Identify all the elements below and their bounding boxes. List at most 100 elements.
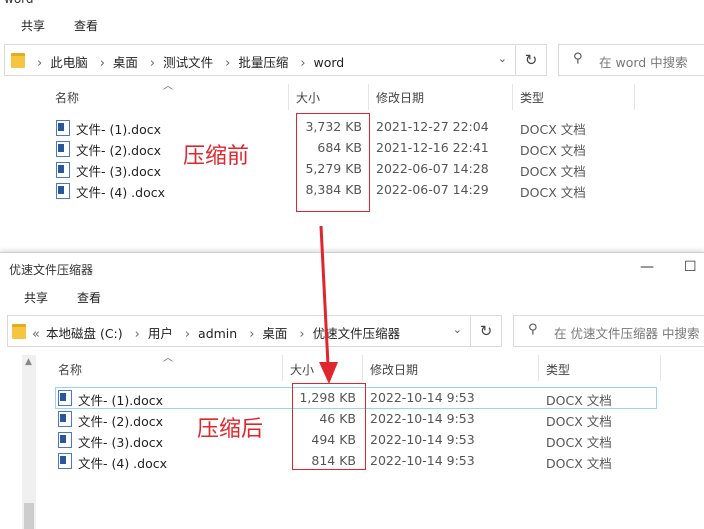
file-modified: 2022-10-14 9:53 — [370, 453, 475, 468]
maximize-button[interactable]: ☐ — [684, 259, 697, 275]
file-name: 文件- (3).docx — [78, 435, 164, 450]
file-name: 文件- (4) .docx — [76, 185, 165, 200]
address-bar[interactable]: › 此电脑 › 桌面 › 测试文件 › 批量压缩 › word ⌄ — [4, 44, 516, 76]
chevron-right-icon: › — [134, 327, 140, 342]
file-name: 文件- (2).docx — [76, 143, 162, 158]
file-type: DOCX 文档 — [520, 185, 586, 200]
chevron-right-icon: › — [99, 56, 105, 71]
chevron-right-icon: › — [225, 56, 231, 71]
file-modified: 2021-12-27 22:04 — [376, 119, 489, 134]
file-type: DOCX 文档 — [546, 393, 612, 408]
word-document-icon — [56, 120, 70, 136]
file-name: 文件- (4) .docx — [78, 456, 167, 471]
file-type: DOCX 文档 — [520, 164, 586, 179]
breadcrumb-admin[interactable]: admin — [198, 326, 237, 341]
chevron-right-icon: › — [37, 56, 43, 71]
column-divider[interactable] — [362, 355, 363, 381]
word-document-icon — [58, 432, 72, 448]
window-title: 优速文件压缩器 — [9, 263, 94, 277]
word-document-icon — [58, 453, 72, 469]
breadcrumb-word[interactable]: word — [314, 55, 345, 70]
column-divider[interactable] — [288, 84, 289, 110]
word-document-icon — [58, 411, 72, 427]
column-divider[interactable] — [282, 355, 283, 381]
chevron-right-icon: › — [249, 327, 255, 342]
column-header-type[interactable]: 类型 — [520, 89, 544, 106]
scrollbar[interactable]: ▲ — [22, 355, 36, 529]
breadcrumb: › 此电脑 › 桌面 › 测试文件 › 批量压缩 › word — [29, 52, 344, 71]
word-document-icon — [56, 183, 70, 199]
column-divider[interactable] — [368, 84, 369, 110]
file-modified: 2022-10-14 9:53 — [370, 390, 475, 405]
breadcrumb-batch-compress[interactable]: 批量压缩 — [238, 55, 288, 70]
folder-icon — [11, 53, 25, 68]
sort-up-icon: ︿ — [163, 81, 173, 92]
file-type: DOCX 文档 — [546, 435, 612, 450]
scroll-up-icon[interactable]: ▲ — [25, 357, 32, 367]
column-divider[interactable] — [660, 355, 661, 381]
ribbon-tab-share[interactable]: 共享 — [21, 17, 45, 34]
column-header-size[interactable]: 大小 — [296, 89, 320, 106]
file-modified: 2022-10-14 9:53 — [370, 432, 475, 447]
word-document-icon — [56, 141, 70, 157]
column-header-size[interactable]: 大小 — [290, 361, 314, 378]
search-icon: ⚲ — [573, 51, 583, 66]
file-type: DOCX 文档 — [546, 414, 612, 429]
sort-up-icon: ︿ — [163, 353, 173, 364]
search-placeholder: 在 优速文件压缩器 中搜索 — [554, 326, 700, 341]
column-header-modified[interactable]: 修改日期 — [376, 89, 424, 106]
column-header-modified[interactable]: 修改日期 — [370, 361, 418, 378]
breadcrumb-desktop[interactable]: 桌面 — [262, 326, 287, 341]
file-name: 文件- (1).docx — [78, 393, 164, 408]
breadcrumb-overflow[interactable]: « — [28, 327, 46, 342]
explorer-window-compressor: 优速文件压缩器 — ☐ 共享 查看 «本地磁盘 (C:) › 用户 › admin … — [0, 252, 704, 529]
chevron-right-icon: › — [149, 56, 156, 71]
size-highlight-box — [296, 113, 370, 212]
search-icon: ⚲ — [528, 322, 538, 337]
annotation-before: 压缩前 — [183, 144, 250, 169]
column-divider[interactable] — [512, 84, 513, 110]
refresh-icon[interactable]: ↻ — [515, 44, 547, 76]
file-name: 文件- (1).docx — [76, 122, 162, 137]
breadcrumb-this-pc[interactable]: 此电脑 — [50, 55, 88, 70]
column-header-name[interactable]: 名称 — [55, 89, 79, 106]
breadcrumb-desktop[interactable]: 桌面 — [113, 55, 138, 70]
search-placeholder: 在 word 中搜索 — [599, 55, 688, 70]
column-header-name[interactable]: 名称 — [58, 361, 82, 378]
chevron-right-icon: › — [300, 56, 306, 71]
annotation-after: 压缩后 — [197, 417, 264, 442]
breadcrumb-users[interactable]: 用户 — [148, 326, 173, 341]
breadcrumb: «本地磁盘 (C:) › 用户 › admin › 桌面 › 优速文件压缩器 — [28, 323, 400, 342]
scrollbar-thumb[interactable] — [24, 503, 34, 529]
file-name: 文件- (2).docx — [78, 414, 164, 429]
window-title: word — [4, 0, 34, 6]
column-header-type[interactable]: 类型 — [546, 361, 570, 378]
chevron-down-icon[interactable]: ⌄ — [453, 323, 462, 336]
breadcrumb-compressor[interactable]: 优速文件压缩器 — [313, 326, 401, 341]
minimize-button[interactable]: — — [640, 259, 654, 275]
file-modified: 2022-06-07 14:28 — [376, 161, 489, 176]
column-divider[interactable] — [634, 84, 635, 110]
file-modified: 2022-06-07 14:29 — [376, 182, 489, 197]
file-type: DOCX 文档 — [520, 122, 586, 137]
explorer-window-word: word 共享 查看 ›此电脑 ›桌面 ›测试文件 ›批量压缩 ›word ⌄ … — [0, 0, 704, 252]
chevron-right-icon: › — [184, 327, 191, 342]
search-input[interactable]: ⚲ 在 word 中搜索 — [558, 44, 704, 76]
file-modified: 2021-12-16 22:41 — [376, 140, 489, 155]
address-bar[interactable]: «本地磁盘 (C:) › 用户 › admin › 桌面 › 优速文件压缩器 ⌄ — [7, 315, 471, 347]
ribbon-tab-share[interactable]: 共享 — [24, 289, 48, 306]
breadcrumb-local-disk[interactable]: 本地磁盘 (C:) — [46, 326, 123, 341]
breadcrumb-test-files[interactable]: 测试文件 — [163, 55, 213, 70]
chevron-down-icon[interactable]: ⌄ — [498, 52, 507, 65]
file-type: DOCX 文档 — [520, 143, 586, 158]
refresh-icon[interactable]: ↻ — [470, 315, 502, 347]
file-type: DOCX 文档 — [546, 456, 612, 471]
chevron-right-icon: › — [299, 327, 305, 342]
column-divider[interactable] — [538, 355, 539, 381]
ribbon-tab-view[interactable]: 查看 — [74, 17, 98, 34]
folder-icon — [12, 324, 26, 339]
search-input[interactable]: ⚲ 在 优速文件压缩器 中搜索 — [513, 315, 704, 347]
word-document-icon — [58, 390, 72, 406]
ribbon-tab-view[interactable]: 查看 — [77, 289, 101, 306]
file-name: 文件- (3).docx — [76, 164, 162, 179]
